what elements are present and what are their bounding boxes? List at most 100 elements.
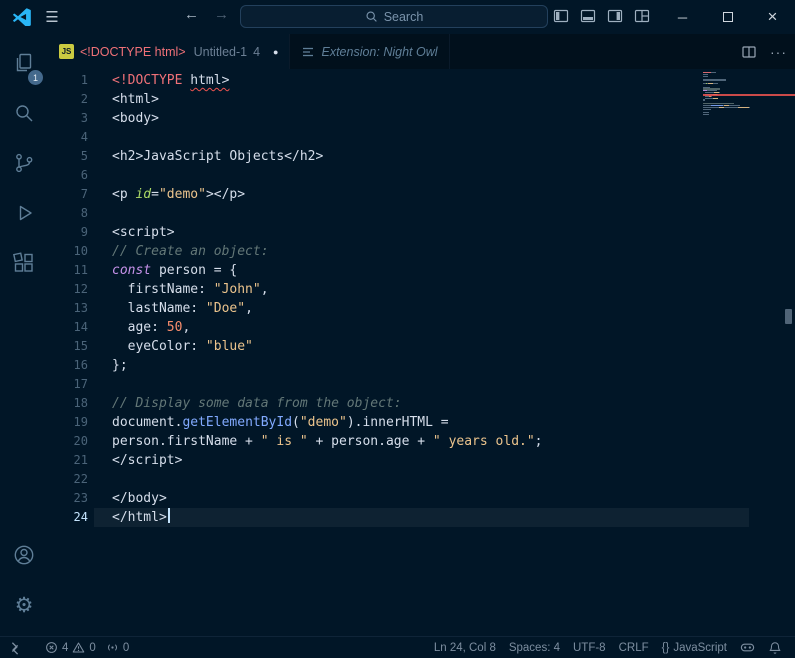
copilot-status[interactable]: [735, 637, 760, 658]
line-number: 13: [73, 301, 88, 315]
account-button[interactable]: [0, 530, 48, 580]
minimap-error-marker: [703, 94, 795, 96]
encoding[interactable]: UTF-8: [568, 637, 611, 658]
line-number: 1: [80, 73, 88, 87]
code-line-21[interactable]: 21 </script>: [48, 451, 700, 470]
code-line-20[interactable]: 20 person.firstName + " is " + person.age…: [48, 432, 700, 451]
toggle-sidebar-left-icon[interactable]: [553, 8, 569, 24]
tab-title: Extension: Night Owl: [321, 44, 438, 59]
line-number: 18: [73, 396, 88, 410]
code-line-24[interactable]: 24 </html>: [48, 508, 749, 527]
indentation[interactable]: Spaces: 4: [504, 637, 565, 658]
extensions-button[interactable]: [0, 238, 48, 288]
problems-indicator[interactable]: 4 0: [40, 637, 101, 658]
code-line-23[interactable]: 23 </body>: [48, 489, 700, 508]
more-actions-icon[interactable]: ···: [770, 44, 787, 60]
editor[interactable]: 1 <!DOCTYPE html> 2 <html> 3 <body> 4 5 <h2>Java…: [48, 69, 795, 636]
vscode-logo-icon: [13, 8, 31, 26]
line-number: 5: [80, 149, 88, 163]
line-number: 23: [73, 491, 88, 505]
eol-sequence[interactable]: CRLF: [614, 637, 654, 658]
status-bar: 4 0 0 Ln 24, Col 8 Spaces: 4 UTF-8 CRLF …: [0, 636, 795, 658]
code-line-18[interactable]: 18// Display some data from the object:: [48, 394, 700, 413]
code-line-17[interactable]: 17: [48, 375, 700, 394]
tab-extension-night-owl[interactable]: Extension: Night Owl: [290, 34, 450, 69]
explorer-button[interactable]: 1: [0, 38, 48, 88]
code-line-5[interactable]: 5 <h2>JavaScript Objects</h2>: [48, 147, 700, 166]
code-line-4[interactable]: 4: [48, 128, 700, 147]
broadcast-icon: [107, 644, 117, 651]
toggle-sidebar-right-icon[interactable]: [607, 8, 623, 24]
code-line-2[interactable]: 2 <html>: [48, 90, 700, 109]
code-line-14[interactable]: 14 age: 50,: [48, 318, 700, 337]
ports-count: 0: [122, 641, 130, 654]
toggle-panel-icon[interactable]: [580, 8, 596, 24]
line-number: 2: [80, 92, 88, 106]
copilot-icon: [740, 643, 755, 652]
menu-icon[interactable]: ☰: [42, 7, 62, 27]
extensions-icon: [13, 252, 33, 272]
notifications-bell[interactable]: [763, 637, 787, 658]
code-line-6[interactable]: 6: [48, 166, 700, 185]
remote-indicator[interactable]: [0, 637, 30, 658]
ports-indicator[interactable]: 0: [101, 637, 134, 658]
code-line-9[interactable]: 9 <script>: [48, 223, 700, 242]
line-number: 10: [73, 244, 88, 258]
code-line-11[interactable]: 11 const person = {: [48, 261, 700, 280]
title-bar: ☰ ← → Search ─ ×: [0, 0, 795, 34]
run-debug-icon: [19, 205, 32, 221]
code-line-12[interactable]: 12 firstName: "John",: [48, 280, 700, 299]
code-line-22[interactable]: 22: [48, 470, 700, 489]
line-number: 22: [73, 472, 88, 486]
search-input[interactable]: Search: [240, 5, 548, 28]
tab-description: Untitled-1: [193, 44, 248, 59]
customize-layout-icon[interactable]: [634, 8, 650, 24]
text-cursor: [167, 508, 170, 523]
search-placeholder: Search: [383, 9, 424, 24]
line-number: 6: [80, 168, 88, 182]
line-number: 7: [80, 187, 88, 201]
javascript-file-icon: JS: [59, 44, 74, 59]
overview-ruler-marker[interactable]: [785, 309, 792, 324]
code-line-7[interactable]: 7 <p id="demo"></p>: [48, 185, 700, 204]
code-line-19[interactable]: 19 document.getElementById("demo").innerH…: [48, 413, 700, 432]
code-area: 1 <!DOCTYPE html> 2 <html> 3 <body> 4 5 <h2>Java…: [48, 71, 749, 527]
line-number: 17: [73, 377, 88, 391]
modified-dot-icon[interactable]: ●: [273, 47, 278, 57]
code-line-13[interactable]: 13 lastName: "Doe",: [48, 299, 700, 318]
close-button[interactable]: ×: [750, 0, 795, 34]
error-count: 4: [62, 641, 69, 654]
code-line-15[interactable]: 15 eyeColor: "blue": [48, 337, 700, 356]
split-editor-icon[interactable]: [741, 44, 757, 60]
language-mode[interactable]: {} JavaScript: [657, 637, 732, 658]
line-number: 12: [73, 282, 88, 296]
forward-arrow-icon[interactable]: →: [214, 6, 229, 23]
settings-button[interactable]: ⚙: [0, 580, 48, 630]
back-arrow-icon[interactable]: ←: [184, 6, 199, 23]
line-number: 11: [73, 263, 88, 277]
warning-count: 0: [89, 641, 96, 654]
minimize-button[interactable]: ─: [660, 0, 705, 34]
search-sidebar-button[interactable]: [0, 88, 48, 138]
line-number: 20: [73, 434, 88, 448]
cursor-position[interactable]: Ln 24, Col 8: [429, 637, 501, 658]
tab-untitled-1[interactable]: JS <!DOCTYPE html> Untitled-1 4 ●: [48, 34, 291, 69]
code-line-16[interactable]: 16};: [48, 356, 700, 375]
code-line-1[interactable]: 1 <!DOCTYPE html>: [48, 71, 700, 90]
code-line-8[interactable]: 8: [48, 204, 700, 223]
tab-problems-badge: 4: [253, 44, 261, 59]
search-icon: [366, 11, 377, 22]
code-line-10[interactable]: 10// Create an object:: [48, 242, 700, 261]
remote-icon: [11, 641, 19, 655]
minimap-line: [703, 114, 765, 116]
run-debug-button[interactable]: [0, 188, 48, 238]
line-number: 15: [73, 339, 88, 353]
code-line-3[interactable]: 3 <body>: [48, 109, 700, 128]
bell-icon: [769, 641, 781, 654]
maximize-button[interactable]: [705, 0, 750, 34]
language-label: JavaScript: [673, 641, 727, 654]
line-number: 19: [73, 415, 88, 429]
line-number: 3: [80, 111, 88, 125]
source-control-button[interactable]: [0, 138, 48, 188]
maximize-icon: [722, 12, 733, 22]
